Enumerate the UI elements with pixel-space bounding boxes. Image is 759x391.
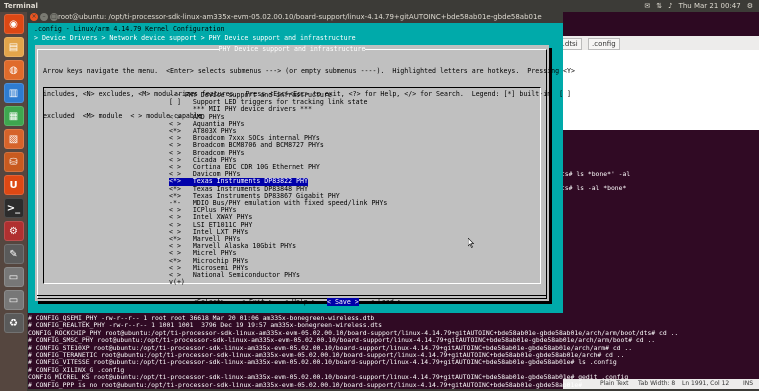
active-app-name: Terminal [4,2,38,10]
menu-list[interactable]: --- PHY Device support and infrastructur… [43,87,541,286]
impress-icon[interactable]: ▧ [3,129,24,149]
mail-icon[interactable]: ✉ [644,0,650,12]
indicator-area: ✉ ⇅ ♪ Thu Mar 21 00:47 ⚙ [644,0,753,12]
terminal-output[interactable]: # CONFIG_QSEMI_PHY -rw-r--r-- 1 root roo… [28,313,678,389]
sound-icon[interactable]: ♪ [668,0,672,12]
gear-icon[interactable]: ⚙ [747,0,753,12]
wifi-icon[interactable]: ⇅ [656,0,662,12]
disk-icon[interactable]: ▭ [3,267,24,287]
cursor-position: Ln 1991, Col 12 [682,380,730,387]
mouse-pointer-icon [468,238,474,248]
tab-config[interactable]: .config [588,38,620,50]
breadcrumb-text: > Device Drivers > Network device suppor… [34,34,356,42]
load-button[interactable]: < Load > [370,298,402,306]
terminal-window: × – □ root@ubuntu: /opt/ti-processor-sdk… [28,12,678,389]
window-titlebar[interactable]: × – □ root@ubuntu: /opt/ti-processor-sdk… [28,12,563,23]
editor-icon[interactable]: ✎ [3,244,24,264]
minimize-icon[interactable]: – [40,13,48,21]
terminal-line: # CONFIG_PPP is no root@ubuntu:/opt/ti-p… [28,380,586,389]
select-button[interactable]: <Select> [193,298,225,306]
insert-mode: INS [743,380,754,387]
window-title: root@ubuntu: /opt/ti-processor-sdk-linux… [58,13,542,21]
drive-icon[interactable]: ▭ [3,290,24,310]
menuconfig-header: .config - Linux/arm 4.14.79 Kernel Confi… [34,25,225,33]
help-button[interactable]: < Help > [284,298,316,306]
firefox-icon[interactable]: ◍ [3,60,24,80]
close-icon[interactable]: × [30,13,38,21]
terminal-icon[interactable]: >_ [3,198,24,218]
menuconfig-screen: .config - Linux/arm 4.14.79 Kernel Confi… [28,23,575,313]
menu-item[interactable]: v(+) [169,278,185,286]
files-icon[interactable]: ▤ [3,37,24,57]
editor-tabs: ammon.dtsi .config [530,36,759,50]
menu-dialog: PHY Device support and infrastructure Ar… [35,45,575,306]
writer-icon[interactable]: ▥ [3,83,24,103]
top-panel: Terminal ✉ ⇅ ♪ Thu Mar 21 00:47 ⚙ [0,0,759,12]
save-button[interactable]: < Save > [327,298,359,306]
help-line: Arrow keys navigate the menu. <Enter> se… [43,67,575,75]
software-center-icon[interactable]: ⛁ [3,152,24,172]
dash-icon[interactable]: ◉ [3,14,24,34]
maximize-icon[interactable]: □ [50,13,58,21]
ubuntu-one-icon[interactable]: U [3,175,24,195]
trash-icon[interactable]: ♻ [3,313,24,333]
dialog-title: PHY Device support and infrastructure [35,45,549,53]
dialog-separator [37,295,547,296]
launcher: ◉ ▤ ◍ ▥ ▦ ▧ ⛁ U >_ ⚙ ✎ ▭ ▭ ♻ [0,12,27,391]
exit-button[interactable]: < Exit > [241,298,273,306]
settings-icon[interactable]: ⚙ [3,221,24,241]
menu-item[interactable]: < > National Semiconductor PHYs [169,271,300,279]
tab-width-selector[interactable]: Tab Width: 8 [638,379,675,389]
breadcrumb: > Device Drivers > Network device suppor… [28,33,563,42]
dialog-title-text: PHY Device support and infrastructure [218,45,366,53]
clock[interactable]: Thu Mar 21 00:47 [679,0,741,12]
calc-icon[interactable]: ▦ [3,106,24,126]
